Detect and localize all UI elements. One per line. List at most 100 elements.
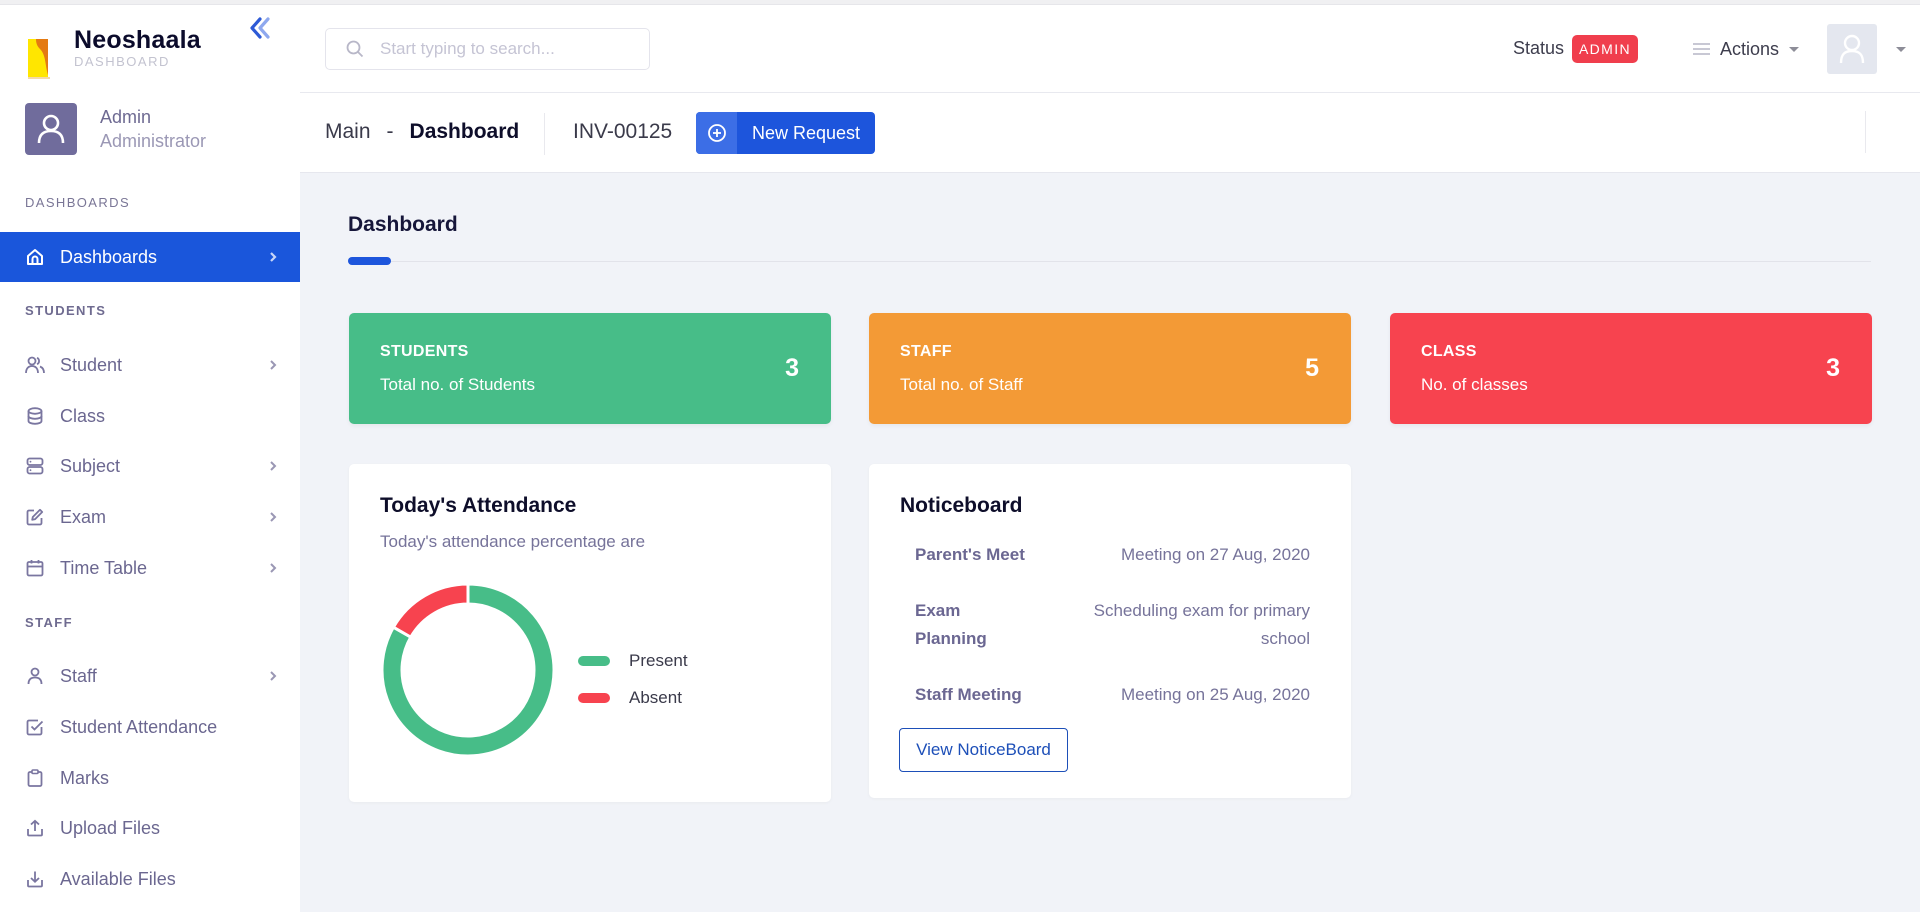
stat-title: CLASS	[1421, 343, 1477, 360]
sidebar-item-dashboards[interactable]: Dashboards	[0, 232, 300, 282]
status-label: Status	[1513, 38, 1565, 58]
new-request-button[interactable]: New Request	[696, 112, 875, 154]
stat-value: 3	[1826, 354, 1840, 382]
notice-title: Exam Planning	[915, 601, 987, 648]
collapse-sidebar-button[interactable]	[246, 15, 276, 43]
sidebar-item-label: Exam	[60, 506, 107, 527]
notice-title: Staff Meeting	[915, 685, 1022, 704]
caret-down-icon	[1789, 46, 1800, 52]
users-icon	[25, 355, 45, 375]
attendance-subtitle: Today's attendance percentage are	[380, 532, 646, 551]
brand-subtitle: DASHBOARD	[74, 54, 170, 69]
section-label-dashboards: DASHBOARDS	[25, 195, 131, 210]
logo-icon	[28, 39, 50, 79]
search-box[interactable]	[325, 28, 650, 70]
user-icon	[1839, 34, 1865, 64]
attendance-card: Today's Attendance Today's attendance pe…	[349, 464, 831, 802]
user-menu-caret-icon[interactable]	[1896, 47, 1906, 52]
attendance-donut-chart	[380, 582, 556, 758]
search-input[interactable]	[380, 39, 640, 59]
notice-item: Parent's Meet Meeting on 27 Aug, 2020	[915, 541, 1310, 571]
stat-subtitle: No. of classes	[1421, 375, 1528, 394]
sidebar-item-exam[interactable]: Exam	[0, 492, 300, 542]
chevron-right-icon	[270, 671, 277, 681]
sidebar-item-student[interactable]: Student	[0, 340, 300, 390]
user-icon	[37, 114, 65, 144]
sidebar-item-label: Class	[60, 405, 106, 426]
divider	[1865, 111, 1866, 153]
user-icon	[25, 666, 45, 686]
section-label-students: STUDENTS	[25, 303, 107, 318]
user-menu-avatar[interactable]	[1827, 24, 1877, 74]
search-icon	[346, 40, 364, 58]
divider	[544, 113, 545, 155]
brand-name: Neoshaala	[74, 26, 201, 54]
donut-slice-absent[interactable]	[391, 582, 470, 640]
sidebar-item-student-attendance[interactable]: Student Attendance	[0, 702, 300, 752]
actions-label: Actions	[1720, 38, 1780, 59]
sidebar-item-upload-files[interactable]: Upload Files	[0, 803, 300, 853]
sidebar-item-available-files[interactable]: Available Files	[0, 854, 300, 904]
stat-card-students[interactable]: STUDENTS Total no. of Students 3	[349, 313, 831, 424]
download-icon	[25, 869, 45, 889]
sidebar-item-class[interactable]: Class	[0, 391, 300, 441]
chevron-right-icon	[270, 461, 277, 471]
sidebar-item-label: Student Attendance	[60, 716, 218, 737]
sidebar-item-label: Available Files	[60, 868, 176, 889]
sidebar-item-marks[interactable]: Marks	[0, 753, 300, 803]
home-icon	[25, 247, 45, 267]
noticeboard-title: Noticeboard	[900, 494, 1023, 517]
legend-label: Present	[629, 650, 688, 670]
avatar	[25, 103, 77, 155]
legend-item-present[interactable]: Present	[578, 642, 688, 679]
notice-desc: Meeting on 27 Aug, 2020	[1120, 545, 1310, 564]
sidebar-item-label: Time Table	[60, 557, 148, 578]
stat-subtitle: Total no. of Students	[380, 375, 535, 394]
sidebar-item-label: Dashboards	[60, 246, 158, 267]
legend-item-absent[interactable]: Absent	[578, 679, 688, 716]
page-header: Main - Dashboard INV-00125 New Request	[300, 93, 1920, 173]
sidebar-item-staff[interactable]: Staff	[0, 651, 300, 701]
invoice-id: INV-00125	[573, 120, 673, 143]
clipboard-icon	[25, 768, 45, 788]
sidebar-item-subject[interactable]: Subject	[0, 441, 300, 491]
title-accent-bar	[348, 257, 391, 265]
chevrons-left-icon	[250, 17, 270, 39]
plus-circle-icon	[696, 112, 737, 154]
sidebar-item-label: Subject	[60, 455, 121, 476]
calendar-icon	[25, 558, 45, 578]
view-noticeboard-button[interactable]: View NoticeBoard	[899, 728, 1068, 772]
breadcrumb: Main - Dashboard	[325, 120, 519, 144]
user-role: Administrator	[100, 131, 207, 151]
notice-item: Exam Planning Scheduling exam for primar…	[915, 597, 1310, 657]
sidebar-item-label: Upload Files	[60, 817, 161, 838]
database-icon	[25, 406, 45, 426]
sidebar: Neoshaala DASHBOARD Admin Administrator …	[0, 5, 300, 912]
stat-value: 5	[1305, 354, 1319, 382]
server-icon	[25, 456, 45, 476]
breadcrumb-root[interactable]: Main	[325, 120, 371, 143]
user-name: Admin	[100, 107, 152, 127]
notice-item: Staff Meeting Meeting on 25 Aug, 2020	[915, 681, 1310, 711]
sidebar-item-time-table[interactable]: Time Table	[0, 543, 300, 593]
breadcrumb-separator: -	[386, 120, 394, 143]
chevron-right-icon	[270, 512, 277, 522]
sidebar-item-label: Student	[60, 354, 123, 375]
sidebar-item-label: Staff	[60, 665, 97, 686]
notice-title: Parent's Meet	[915, 545, 1025, 564]
notice-desc: Scheduling exam for primary school	[1093, 601, 1310, 648]
stat-subtitle: Total no. of Staff	[900, 375, 1023, 394]
stat-card-class[interactable]: CLASS No. of classes 3	[1390, 313, 1872, 424]
check-square-icon	[25, 717, 45, 737]
page-title: Dashboard	[348, 213, 458, 236]
user-profile[interactable]: Admin Administrator	[25, 103, 285, 157]
notice-desc: Meeting on 25 Aug, 2020	[1120, 685, 1310, 704]
legend-swatch-present	[578, 655, 610, 666]
legend-label: Absent	[629, 687, 682, 707]
actions-dropdown[interactable]: Actions	[1693, 30, 1800, 68]
stat-card-staff[interactable]: STAFF Total no. of Staff 5	[869, 313, 1351, 424]
chevron-right-icon	[270, 252, 277, 262]
chevron-right-icon	[270, 563, 277, 573]
chevron-right-icon	[270, 360, 277, 370]
stat-title: STUDENTS	[380, 343, 469, 360]
